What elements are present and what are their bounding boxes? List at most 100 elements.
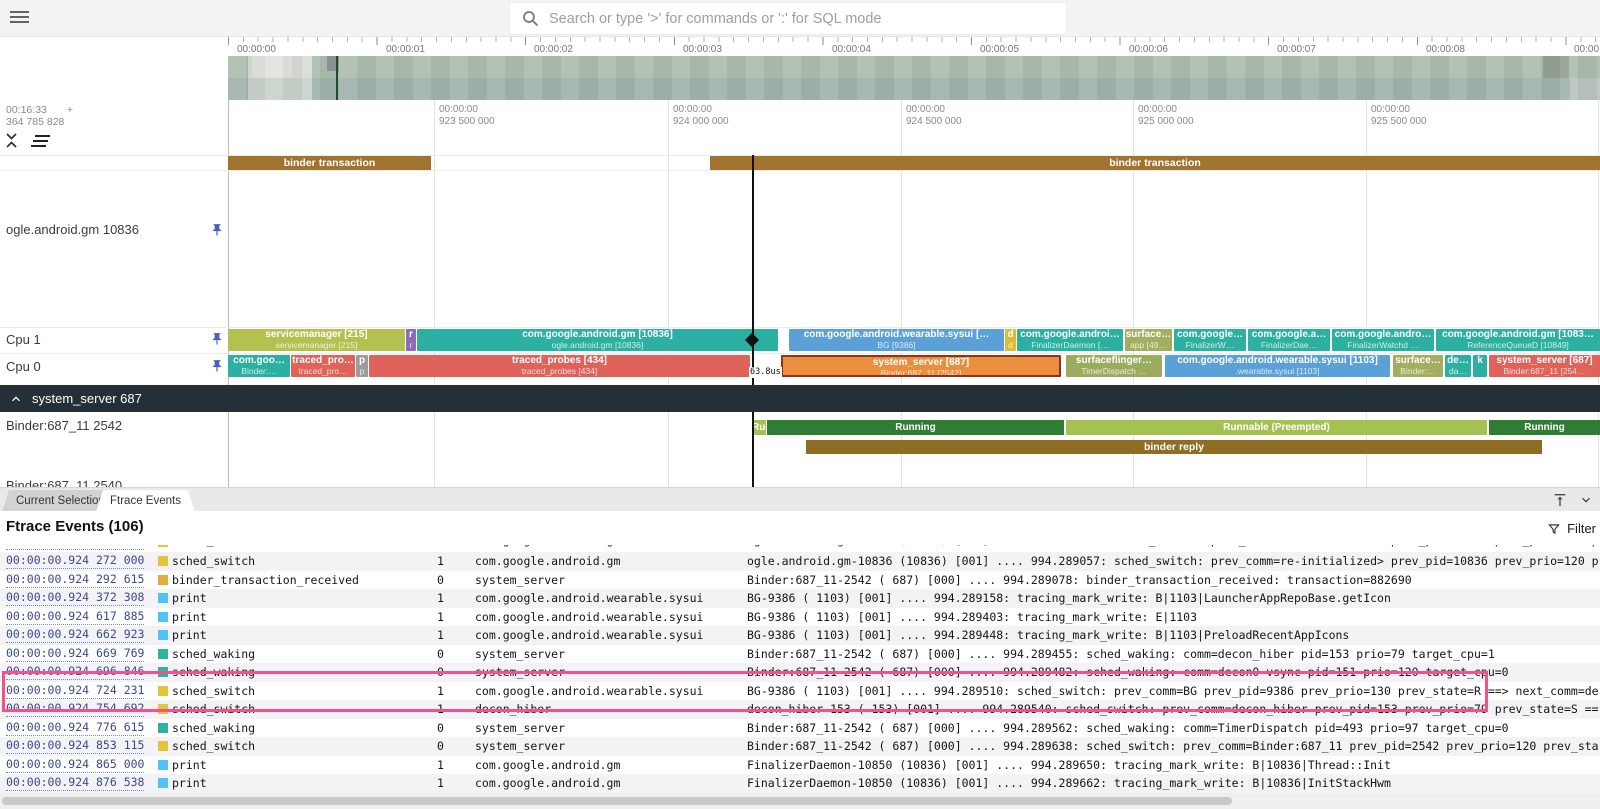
thread-state-slice[interactable]: Running xyxy=(767,420,1064,435)
collapse-panel-button[interactable] xyxy=(1578,492,1594,508)
cell-process: com.google.android.wearable.sysui xyxy=(475,589,703,608)
cell-timestamp[interactable]: 00:00:00.924 724 231 xyxy=(6,683,144,699)
cpu-slice[interactable]: de…da… xyxy=(1445,355,1471,377)
timeline-overview[interactable] xyxy=(0,56,1600,100)
process-group-header[interactable]: system_server 687 xyxy=(0,385,1600,412)
cpu-slice[interactable]: com.google.android.gm [10836]ogle.androi… xyxy=(417,329,778,351)
table-row[interactable]: 00:00:00.924 272 000 sched_switch 1 com.… xyxy=(0,552,1600,571)
cell-process: com.google.android.wearable.sysui xyxy=(475,682,703,701)
table-row[interactable]: 00:00:00.924 372 308 print 1 com.google.… xyxy=(0,589,1600,608)
table-row[interactable]: 00:00:00.924 617 885 print 1 com.google.… xyxy=(0,608,1600,627)
event-color-swatch xyxy=(158,649,168,659)
cpu-slice[interactable]: com.google…FinalizerW… xyxy=(1174,329,1246,351)
overview-band-bottom xyxy=(228,78,1600,100)
ruler-label: 00:00:06 xyxy=(1129,44,1168,55)
cpu-slice[interactable]: com.google.android.gm [1083…ReferenceQue… xyxy=(1436,329,1600,351)
table-row[interactable]: 00:00:00.924 853 115 sched_switch 0 syst… xyxy=(0,737,1600,756)
table-row[interactable]: 00:00:00.924 669 769 sched_waking 0 syst… xyxy=(0,645,1600,664)
collapse-tracks-icon[interactable] xyxy=(4,132,19,149)
ruler-label: 00:00:08 xyxy=(1426,44,1465,55)
menu-button[interactable] xyxy=(10,11,29,26)
table-row[interactable]: 00:00:00.924 724 231 sched_switch 1 com.… xyxy=(0,682,1600,701)
cpu-slice[interactable]: system_server [687]Binder:687_11 [254… xyxy=(1489,355,1600,377)
cpu-slice[interactable]: dd xyxy=(1005,329,1016,351)
cpu-slice[interactable]: traced_probes [434]traced_probes [434] xyxy=(369,355,750,377)
event-color-swatch xyxy=(158,575,168,585)
cell-args: BG-9386 ( 1103) [001] .... 994.289510: s… xyxy=(747,682,1600,701)
cpu-slice[interactable]: com.google.andro…FinalizerWatchd … xyxy=(1332,329,1434,351)
cpu-slice[interactable]: k xyxy=(1473,355,1487,377)
table-row[interactable]: 00:00:00.924 865 000 print 1 com.google.… xyxy=(0,756,1600,775)
table-row[interactable]: 00:00:00.924 662 923 print 1 com.google.… xyxy=(0,626,1600,645)
thread-state-slice[interactable]: Runn… xyxy=(752,420,766,435)
cell-event-name: sched_switch xyxy=(172,700,255,719)
table-row[interactable]: 00:00:00.924 776 615 sched_waking 0 syst… xyxy=(0,719,1600,738)
cell-cpu: 0 xyxy=(437,719,444,738)
cpu-slice[interactable]: pp xyxy=(356,355,368,377)
event-color-swatch xyxy=(158,612,168,622)
cell-event-name: print xyxy=(172,608,207,627)
cpu-slice[interactable]: servicemanager [215]servicemanager [215] xyxy=(228,329,405,351)
cpu0-track: com.goo…Binder:… traced_pro…traced_pro… … xyxy=(0,355,1600,377)
cell-event-name: sched_waking xyxy=(172,645,255,664)
cell-timestamp[interactable]: 00:00:00.924 662 923 xyxy=(6,627,144,643)
binder-transaction-slice[interactable]: binder transaction xyxy=(228,156,431,170)
table-row[interactable]: 00:00:00.924 754 692 sched_switch 1 deco… xyxy=(0,700,1600,719)
expand-panel-button[interactable] xyxy=(1552,492,1568,508)
binder-transaction-slice[interactable]: binder transaction xyxy=(710,156,1600,170)
cell-timestamp[interactable]: 00:00:00.924 272 000 xyxy=(6,553,144,569)
ftrace-events-panel: Ftrace Events (106) Filter 00:00:00.924 … xyxy=(0,511,1600,809)
pin-icon[interactable] xyxy=(210,222,224,238)
cpu-slice[interactable]: com.google.android.wearable.sysui [1103]… xyxy=(1165,355,1390,377)
ftrace-table: 00:00:00.924 272 000 sched_switch 1 com.… xyxy=(0,545,1600,793)
cell-event-name: binder_transaction_received xyxy=(172,571,359,590)
table-row[interactable]: 00:00:00.924 292 615 binder_transaction_… xyxy=(0,571,1600,590)
search-input[interactable]: Search or type '>' for commands or ':' f… xyxy=(510,3,1066,34)
cell-args: Binder:687_11-2542 ( 687) [000] .... 994… xyxy=(747,571,1600,590)
thread-state-track: Runn…RunningRunnable (Preempted)Running xyxy=(0,420,1600,435)
cell-timestamp[interactable]: 00:00:00.924 372 308 xyxy=(6,590,144,606)
cpu-slice[interactable]: com.google.a…FinalizerDae… xyxy=(1248,329,1330,351)
async-slice-track: binder transaction binder transaction xyxy=(0,156,1600,170)
cell-timestamp[interactable]: 00:00:00.924 754 692 xyxy=(6,701,144,717)
cpu-slice[interactable]: system_server [687]Binder:687_11 [2542] xyxy=(781,355,1061,377)
overview-viewport-line[interactable] xyxy=(336,56,338,100)
cell-args: BG-9386 ( 1103) [001] .... 994.289158: t… xyxy=(747,589,1600,608)
cell-process: system_server xyxy=(475,571,565,590)
cpu-slice[interactable]: surfaceflinger…TimerDispatch … xyxy=(1066,355,1162,377)
tab-ftrace-events[interactable]: Ftrace Events xyxy=(96,490,195,512)
cpu-slice[interactable]: surface…app [49… xyxy=(1125,329,1172,351)
cell-timestamp[interactable]: 00:00:00.924 776 615 xyxy=(6,720,144,736)
cpu-slice[interactable]: com.google.androi…FinalizerDaemon [… xyxy=(1017,329,1123,351)
table-row[interactable]: 00:00:00.924 876 538 print 1 com.google.… xyxy=(0,774,1600,793)
chevron-up-icon xyxy=(8,391,24,407)
cell-process: system_server xyxy=(475,737,565,756)
cell-event-name: sched_switch xyxy=(172,682,255,701)
cell-timestamp[interactable]: 00:00:00.924 696 846 xyxy=(6,664,144,680)
cpu-slice[interactable]: surface…Binder:… xyxy=(1393,355,1443,377)
cell-process: system_server xyxy=(475,719,565,738)
filter-button[interactable]: Filter xyxy=(1547,521,1596,536)
cell-args: Binder:687_11-2542 ( 687) [000] .... 994… xyxy=(747,645,1600,664)
thread-state-slice[interactable]: Runnable (Preempted) xyxy=(1066,420,1487,435)
cell-cpu: 1 xyxy=(437,774,444,793)
cell-timestamp[interactable]: 00:00:00.924 292 615 xyxy=(6,572,144,588)
topbar: Search or type '>' for commands or ':' f… xyxy=(0,0,1600,37)
scrollbar-thumb[interactable] xyxy=(2,797,1232,805)
track-list-icon[interactable] xyxy=(29,134,51,148)
cpu-slice[interactable]: rr xyxy=(406,329,416,351)
cell-timestamp[interactable]: 00:00:00.924 865 000 xyxy=(6,757,144,773)
binder-reply-slice[interactable]: binder reply xyxy=(806,440,1542,454)
cpu-slice[interactable]: com.goo…Binder:… xyxy=(228,355,290,377)
thread-state-slice[interactable]: Running xyxy=(1489,420,1600,435)
cell-timestamp[interactable]: 00:00:00.924 669 769 xyxy=(6,646,144,662)
table-row[interactable]: 00:00:00.924 696 846 sched_waking 0 syst… xyxy=(0,663,1600,682)
cpu-slice[interactable]: com.google.android.wearable.sysui […BG [… xyxy=(789,329,1004,351)
cell-timestamp[interactable]: 00:00:00.924 853 115 xyxy=(6,738,144,754)
horizontal-scrollbar xyxy=(0,793,1600,809)
event-color-swatch xyxy=(158,593,168,603)
cell-timestamp[interactable]: 00:00:00.924 617 885 xyxy=(6,609,144,625)
partial-table-row[interactable]: 00:00:00.924 272 000 sched_switch 1 com.… xyxy=(0,545,1600,552)
cpu-slice[interactable]: traced_pro…traced_pro… xyxy=(291,355,355,377)
cell-timestamp[interactable]: 00:00:00.924 876 538 xyxy=(6,775,144,791)
